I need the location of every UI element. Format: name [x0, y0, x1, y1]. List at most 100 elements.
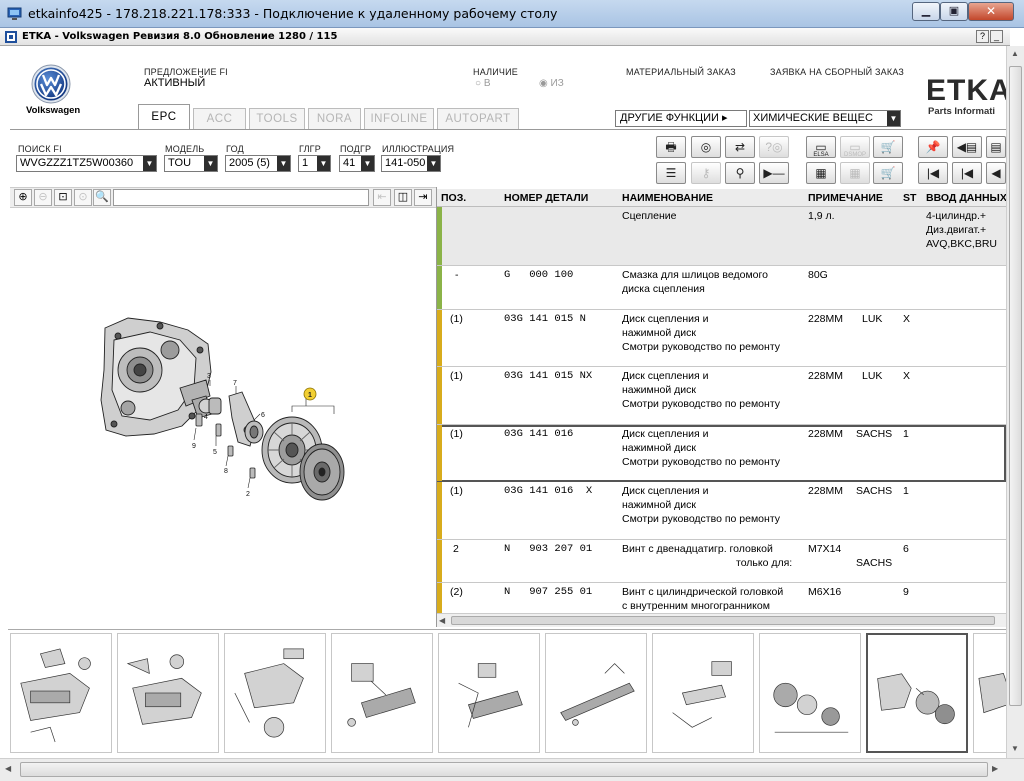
- parts-info-button[interactable]: ◎: [691, 136, 721, 158]
- tab-tools[interactable]: TOOLS: [249, 108, 305, 129]
- prev-icon: ◀: [991, 166, 1001, 180]
- zoom-fit-button[interactable]: ⊡: [54, 189, 72, 206]
- pin-icon: 📌: [925, 140, 941, 154]
- page-list-button[interactable]: ▤: [986, 136, 1006, 158]
- prev-button[interactable]: ◀: [986, 162, 1006, 184]
- table-row[interactable]: (1) 03G 141 016 X Диск сцепления и нажим…: [437, 482, 1006, 540]
- illustration-select[interactable]: 141-050 ▼: [381, 155, 441, 172]
- col-name-header[interactable]: НАИМЕНОВАНИЕ: [622, 192, 713, 204]
- table-row[interactable]: Сцепление 1,9 л. 4-цилиндр.+ Диз.двигат.…: [437, 207, 1006, 266]
- thumbnail-8[interactable]: [759, 633, 861, 753]
- table-row[interactable]: - G 000 100 Смазка для шлицов ведомого д…: [437, 266, 1006, 310]
- scroll-down-icon[interactable]: ▼: [1011, 744, 1019, 753]
- page-back-button[interactable]: ◀▤: [952, 136, 982, 158]
- minimize-button[interactable]: ▁: [912, 2, 940, 21]
- table-row[interactable]: (1) 03G 141 015 N Диск сцепления и нажим…: [437, 310, 1006, 367]
- thumbnail-9-selected[interactable]: [866, 633, 968, 753]
- vehicle-button[interactable]: ⚲: [725, 162, 755, 184]
- col-data-header[interactable]: ВВОД ДАННЫХ: [926, 192, 1007, 204]
- callout-1[interactable]: 1: [303, 387, 317, 401]
- chemicals-select[interactable]: ХИМИЧЕСКИЕ ВЕЩЕС ▼: [749, 110, 901, 127]
- main-group-select[interactable]: 1 ▼: [298, 155, 331, 172]
- etka-window-title: ETKA - Volkswagen Ревизия 8.0 Обновление…: [22, 31, 338, 42]
- fi-search-select[interactable]: WVGZZZ1TZ5W00360 ▼: [16, 155, 157, 172]
- col-st-header[interactable]: ST: [903, 192, 916, 204]
- stock-radio-in[interactable]: ○ В: [475, 78, 491, 89]
- assembly-order-link[interactable]: ЗАЯВКА НА СБОРНЫЙ ЗАКАЗ: [770, 67, 904, 77]
- tab-epc[interactable]: EPC: [138, 104, 190, 130]
- help-button[interactable]: ?: [976, 30, 989, 43]
- expand-button[interactable]: ⇥: [414, 189, 432, 206]
- cart-button[interactable]: 🛒: [873, 136, 903, 158]
- key-button[interactable]: ⚷: [691, 162, 721, 184]
- year-select[interactable]: 2005 (5) ▼: [225, 155, 291, 172]
- elsa-button[interactable]: ▭ ELSA: [806, 136, 836, 158]
- print-button[interactable]: 🖶: [656, 136, 686, 158]
- pin-button[interactable]: 📌: [918, 136, 948, 158]
- zoom-out-button[interactable]: ⊖: [34, 189, 52, 206]
- other-functions-button[interactable]: ДРУГИЕ ФУНКЦИИ ▸: [615, 110, 747, 127]
- tab-infoline[interactable]: INFOLINE: [364, 108, 434, 129]
- tab-autopart[interactable]: AUTOPART: [437, 108, 519, 129]
- window-hscrollbar[interactable]: ◀ ▶: [0, 758, 1024, 781]
- exploded-diagram[interactable]: 3 7 4 9 5 8 6 2 1: [10, 210, 434, 625]
- col-part-no-header[interactable]: НОМЕР ДЕТАЛИ: [504, 192, 588, 204]
- thumbnail-5[interactable]: [438, 633, 540, 753]
- thumbnail-3[interactable]: [224, 633, 326, 753]
- cart-icon: 🛒: [880, 140, 896, 154]
- scroll-right-icon[interactable]: ▶: [992, 764, 998, 773]
- etka-minimize-button[interactable]: _: [990, 30, 1003, 43]
- sub-group-select[interactable]: 41 ▼: [339, 155, 375, 172]
- help-disabled-button[interactable]: ?◎: [759, 136, 789, 158]
- dsmop-button[interactable]: ▭ DSMOP: [840, 136, 870, 158]
- thumbnail-10[interactable]: [973, 633, 1006, 753]
- magnifier-button[interactable]: 🔍: [93, 189, 111, 206]
- split-view-button[interactable]: ◫: [394, 189, 412, 206]
- scroll-left-icon[interactable]: ◀: [439, 616, 445, 625]
- calc-disabled-button[interactable]: ▦: [840, 162, 870, 184]
- zoom-search-input[interactable]: [113, 189, 369, 206]
- thumbnail-1[interactable]: [10, 633, 112, 753]
- zoom-in-button[interactable]: ⊕: [14, 189, 32, 206]
- illustration-value: 141-050: [385, 157, 426, 169]
- table-row[interactable]: (1) 03G 141 015 NX Диск сцепления и нажи…: [437, 367, 1006, 425]
- close-button[interactable]: ✕: [968, 2, 1014, 21]
- part-pos: (1): [450, 370, 463, 382]
- tab-acc[interactable]: ACC: [193, 108, 246, 129]
- prev-page-button[interactable]: |◀: [952, 162, 982, 184]
- scroll-up-icon[interactable]: ▲: [1011, 49, 1019, 58]
- window-vscrollbar[interactable]: ▲ ▼: [1006, 46, 1024, 758]
- model-select[interactable]: TOU ▼: [164, 155, 218, 172]
- part-number: 03G 141 016 X: [504, 485, 593, 497]
- zoom-area-button[interactable]: ⊙: [74, 189, 92, 206]
- thumbnail-6[interactable]: [545, 633, 647, 753]
- table-row[interactable]: 2 N 903 207 01 Винт с двенадцатигр. голо…: [437, 540, 1006, 583]
- calc-button[interactable]: ▦: [806, 162, 836, 184]
- col-note-header[interactable]: ПРИМЕЧАНИЕ: [808, 192, 883, 204]
- thumbnail-2[interactable]: [117, 633, 219, 753]
- scroll-left-icon[interactable]: ◀: [5, 764, 11, 773]
- next-dash-button[interactable]: ▶—: [759, 162, 789, 184]
- part-number: N 903 207 01: [504, 543, 593, 555]
- table-hscroll-thumb[interactable]: [451, 616, 995, 625]
- window-vscroll-thumb[interactable]: [1009, 66, 1022, 706]
- table-row-selected[interactable]: (1) 03G 141 016 Диск сцепления и нажимно…: [437, 425, 1006, 482]
- restore-button[interactable]: ▣: [940, 2, 968, 21]
- cart-add-button[interactable]: 🛒: [873, 162, 903, 184]
- tab-nora[interactable]: NORA: [308, 108, 361, 129]
- first-page-button[interactable]: |◀: [918, 162, 948, 184]
- list-view-button[interactable]: ☰: [656, 162, 686, 184]
- col-pos-header[interactable]: ПОЗ.: [441, 192, 466, 204]
- chevron-down-icon: ▼: [427, 156, 440, 171]
- table-hscrollbar[interactable]: ◀: [437, 613, 1006, 627]
- thumbnail-7[interactable]: [652, 633, 754, 753]
- window-hscroll-thumb[interactable]: [20, 762, 988, 777]
- stock-radio-in-label: В: [483, 78, 491, 89]
- diagram-label-7: 7: [233, 380, 237, 387]
- table-row[interactable]: (2) N 907 255 01 Винт с цилиндрической г…: [437, 583, 1006, 613]
- material-order-link[interactable]: МАТЕРИАЛЬНЫЙ ЗАКАЗ: [626, 67, 736, 77]
- handshake-button[interactable]: ⇄: [725, 136, 755, 158]
- stock-radio-out[interactable]: ◉ ИЗ: [539, 78, 564, 89]
- thumbnail-4[interactable]: [331, 633, 433, 753]
- split-left-button[interactable]: ⇤: [373, 189, 391, 206]
